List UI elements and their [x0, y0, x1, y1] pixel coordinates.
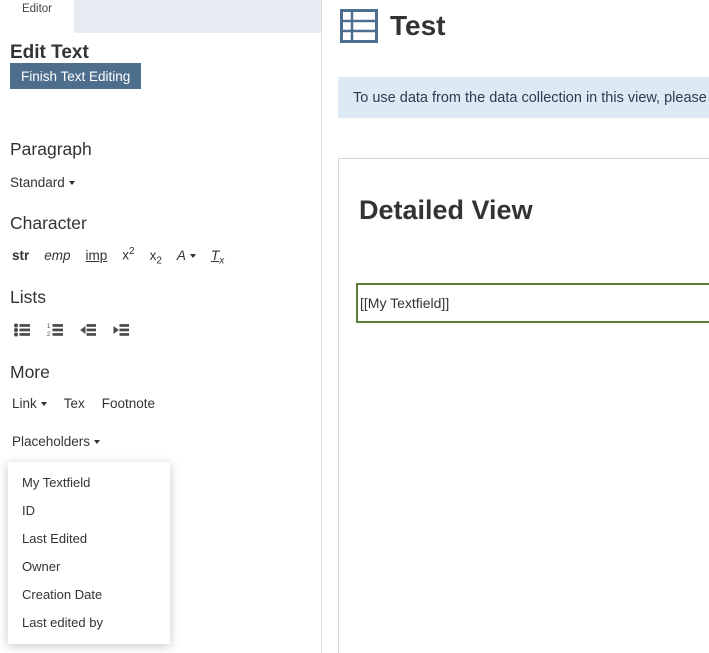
paragraph-style-dropdown[interactable]: Standard	[10, 175, 75, 190]
paragraph-section-title: Paragraph	[10, 139, 92, 160]
menu-item-id[interactable]: ID	[8, 497, 170, 525]
bold-button[interactable]: str	[12, 248, 29, 263]
bullet-list-icon[interactable]	[14, 323, 30, 337]
link-dropdown-button[interactable]: Link	[12, 396, 47, 411]
view-header: Test	[340, 9, 446, 43]
chevron-down-icon	[94, 440, 100, 444]
paragraph-style-value: Standard	[10, 175, 65, 190]
info-banner: To use data from the data collection in …	[338, 77, 709, 118]
menu-item-last-edited-by[interactable]: Last edited by	[8, 609, 170, 637]
remove-format-button[interactable]: Tx	[211, 248, 224, 267]
subscript-button[interactable]: x2	[150, 248, 162, 267]
important-button[interactable]: imp	[86, 248, 108, 263]
tex-button[interactable]: Tex	[64, 396, 85, 411]
emphasis-button[interactable]: emp	[44, 248, 70, 263]
placeholders-dropdown-button[interactable]: Placeholders	[12, 434, 100, 449]
footnote-button[interactable]: Footnote	[102, 396, 155, 411]
lists-toolbar: 1 2	[14, 323, 129, 337]
table-icon	[340, 9, 378, 43]
view-title: Test	[390, 10, 446, 42]
chevron-down-icon	[41, 402, 47, 406]
info-banner-text: To use data from the data collection in …	[353, 90, 707, 106]
placeholders-menu: My Textfield ID Last Edited Owner Creati…	[8, 462, 170, 644]
chevron-down-icon	[190, 254, 196, 258]
finish-text-editing-button[interactable]: Finish Text Editing	[10, 63, 141, 89]
character-toolbar: str emp imp x2 x2 A Tx	[12, 246, 224, 266]
font-color-button[interactable]: A	[177, 248, 196, 263]
outdent-icon[interactable]	[80, 323, 96, 337]
textfield-editable[interactable]: [[My Textfield]]	[356, 283, 709, 323]
detailed-view-heading: Detailed View	[359, 195, 533, 226]
tab-editor[interactable]: Editor	[0, 0, 74, 33]
more-toolbar: Link Tex Footnote	[12, 396, 155, 411]
app-window: Editor Edit Text Finish Text Editing Par…	[0, 0, 709, 653]
lists-section-title: Lists	[10, 287, 46, 308]
sidebar-tabbar: Editor	[0, 0, 321, 33]
menu-item-last-edited[interactable]: Last Edited	[8, 525, 170, 553]
more-section-title: More	[10, 362, 50, 383]
indent-icon[interactable]	[113, 323, 129, 337]
menu-item-my-textfield[interactable]: My Textfield	[8, 469, 170, 497]
svg-text:2: 2	[47, 332, 51, 337]
menu-item-owner[interactable]: Owner	[8, 553, 170, 581]
tabbar-filler	[74, 0, 321, 33]
main-content: Test To use data from the data collectio…	[323, 0, 709, 653]
editor-sidebar: Editor Edit Text Finish Text Editing Par…	[0, 0, 322, 653]
svg-text:1: 1	[47, 324, 51, 330]
edit-text-title: Edit Text	[10, 42, 89, 64]
character-section-title: Character	[10, 213, 87, 234]
menu-item-creation-date[interactable]: Creation Date	[8, 581, 170, 609]
numbered-list-icon[interactable]: 1 2	[47, 323, 63, 337]
chevron-down-icon	[69, 181, 75, 185]
detailed-view-card: Detailed View [[My Textfield]]	[338, 158, 709, 653]
superscript-button[interactable]: x2	[122, 246, 134, 263]
